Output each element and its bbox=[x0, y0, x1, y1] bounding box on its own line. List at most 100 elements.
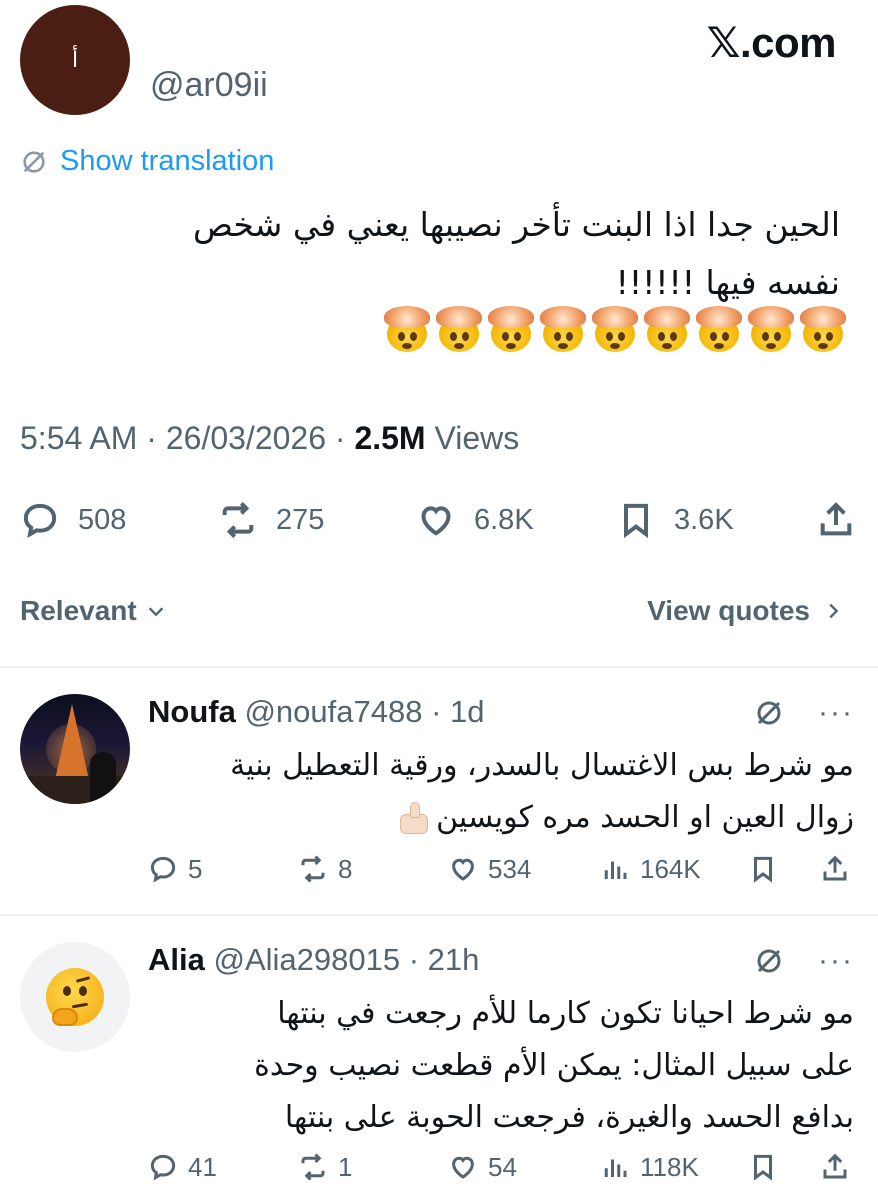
share-icon bbox=[823, 855, 847, 881]
view-quotes-label: View quotes bbox=[647, 595, 810, 626]
reply-handle[interactable]: @noufa7488 bbox=[244, 694, 422, 729]
tweet-text-line: نفسه فيها !!!!!! bbox=[615, 263, 840, 302]
reply-text-line: على سبيل المثال: يمكن الأم قطعت نصيب وحد… bbox=[254, 1048, 854, 1083]
repost-count: 275 bbox=[276, 503, 325, 536]
reply-handle[interactable]: @Alia298015 bbox=[213, 942, 400, 977]
exploding-head-icon bbox=[800, 306, 846, 352]
reply-text-line: بدافع الحسد والغيرة، فرجعت الحوبة على بن… bbox=[284, 1100, 854, 1135]
tweet-date[interactable]: 26/03/2026 bbox=[166, 420, 326, 456]
share-icon bbox=[823, 1153, 847, 1179]
heart-icon bbox=[421, 506, 451, 536]
show-translation-link[interactable]: Show translation bbox=[20, 145, 274, 178]
reply-views-button[interactable]: 164K bbox=[600, 852, 701, 886]
reply-button[interactable]: 508 bbox=[20, 500, 126, 540]
reply-time[interactable]: 1d bbox=[450, 694, 484, 729]
tweet-time[interactable]: 5:54 AM bbox=[20, 420, 137, 456]
reply-stats: 5 8 534 164K bbox=[148, 852, 854, 886]
heart-icon bbox=[452, 1156, 474, 1179]
reply-name[interactable]: Noufa bbox=[148, 694, 236, 729]
divider bbox=[0, 914, 878, 916]
reply-views-button[interactable]: 118K bbox=[600, 1150, 699, 1184]
tweet-actions: 508 275 6.8K 3.6K bbox=[20, 500, 858, 540]
avatar-photo-tower bbox=[54, 704, 90, 784]
x-logo: 𝕏.com bbox=[706, 19, 837, 66]
reply-header: Alia @Alia298015 · 21h bbox=[148, 942, 854, 978]
bookmark-icon bbox=[624, 503, 648, 539]
exploding-head-icon bbox=[384, 306, 430, 352]
heart-icon bbox=[452, 858, 474, 881]
reply-text-line: مو شرط بس الاغتسال بالسدر، ورقية التعطيل… bbox=[230, 748, 854, 783]
reply-stats: 41 1 54 118K bbox=[148, 1150, 854, 1184]
views-count: 2.5M bbox=[354, 420, 426, 456]
share-button[interactable] bbox=[816, 500, 856, 540]
chevron-down-icon bbox=[148, 607, 163, 617]
reply-count: 41 bbox=[188, 1151, 217, 1182]
thinking-face-icon bbox=[46, 968, 104, 1026]
repost-icon bbox=[301, 1153, 325, 1181]
exploding-head-icon bbox=[436, 306, 482, 352]
views-count: 164K bbox=[640, 853, 701, 884]
repost-icon bbox=[222, 501, 254, 539]
reply-header-icons: ··· bbox=[754, 698, 854, 728]
reply-avatar[interactable] bbox=[20, 694, 130, 804]
views-count: 118K bbox=[640, 1151, 699, 1182]
reply-count: 508 bbox=[78, 503, 127, 536]
like-button[interactable]: 6.8K bbox=[416, 500, 534, 540]
exploding-head-icon bbox=[696, 306, 742, 352]
exploding-head-icon bbox=[644, 306, 690, 352]
meta-separator: · bbox=[400, 942, 428, 977]
views-icon bbox=[604, 861, 627, 879]
more-options-icon[interactable]: ··· bbox=[818, 946, 854, 976]
views-label: Views bbox=[434, 420, 520, 456]
tweet-text-line: الحين جدا اذا البنت تأخر نصيبها يعني في … bbox=[192, 205, 840, 244]
reply-reply-button[interactable]: 41 bbox=[148, 1150, 217, 1184]
reply-like-button[interactable]: 54 bbox=[448, 1150, 517, 1184]
reply-bookmark-button[interactable] bbox=[748, 852, 778, 886]
repost-count: 8 bbox=[338, 853, 353, 884]
thumbs-up-icon bbox=[394, 801, 430, 836]
reply-repost-button[interactable]: 8 bbox=[298, 852, 352, 886]
more-options-icon[interactable]: ··· bbox=[818, 698, 854, 728]
repost-count: 1 bbox=[338, 1151, 353, 1182]
reply-bookmark-button[interactable] bbox=[748, 1150, 778, 1184]
like-count: 6.8K bbox=[474, 503, 534, 536]
show-translation-label: Show translation bbox=[60, 145, 275, 177]
meta-separator: · bbox=[146, 420, 166, 456]
reply-icon bbox=[23, 503, 57, 539]
exploding-head-icon bbox=[592, 306, 638, 352]
reply-name[interactable]: Alia bbox=[148, 942, 205, 977]
reply-icon bbox=[150, 856, 176, 883]
like-count: 54 bbox=[488, 1151, 517, 1182]
bookmark-icon bbox=[754, 856, 772, 883]
meta-separator: · bbox=[422, 694, 451, 729]
view-quotes-link[interactable]: View quotes bbox=[647, 595, 844, 627]
reply-header: Noufa @noufa7488 · 1d bbox=[148, 694, 854, 730]
tweet-text: الحين جدا اذا البنت تأخر نصيبها يعني في … bbox=[30, 196, 840, 312]
repost-button[interactable]: 275 bbox=[218, 500, 324, 540]
reply-avatar[interactable] bbox=[20, 942, 130, 1052]
reply-like-button[interactable]: 534 bbox=[448, 852, 531, 886]
exploding-head-icon bbox=[488, 306, 534, 352]
author-handle[interactable]: @ar09ii bbox=[150, 66, 268, 105]
avatar-photo-person bbox=[90, 752, 116, 804]
exploding-head-icon bbox=[540, 306, 586, 352]
reply-time[interactable]: 21h bbox=[428, 942, 480, 977]
sort-dropdown[interactable]: Relevant bbox=[20, 595, 167, 627]
meta-separator: · bbox=[334, 420, 355, 456]
emoji-row bbox=[384, 306, 846, 352]
reply-share-button[interactable] bbox=[820, 852, 850, 886]
translate-icon[interactable] bbox=[754, 698, 784, 728]
globe-slash-icon bbox=[23, 150, 45, 173]
reply-text: مو شرط احيانا تكون كارما للأم رجعت في بن… bbox=[148, 988, 854, 1144]
translate-icon[interactable] bbox=[754, 946, 784, 976]
reply-reply-button[interactable]: 5 bbox=[148, 852, 202, 886]
reply-text-line: مو شرط احيانا تكون كارما للأم رجعت في بن… bbox=[277, 996, 854, 1031]
repost-icon bbox=[301, 855, 325, 883]
bookmark-button[interactable]: 3.6K bbox=[616, 500, 734, 540]
reply-count: 5 bbox=[188, 853, 203, 884]
reply-header-icons: ··· bbox=[754, 946, 854, 976]
reply-repost-button[interactable]: 1 bbox=[298, 1150, 352, 1184]
replies-sort-row: Relevant View quotes bbox=[20, 595, 858, 635]
reply-share-button[interactable] bbox=[820, 1150, 850, 1184]
author-avatar[interactable]: أ bbox=[20, 5, 130, 115]
